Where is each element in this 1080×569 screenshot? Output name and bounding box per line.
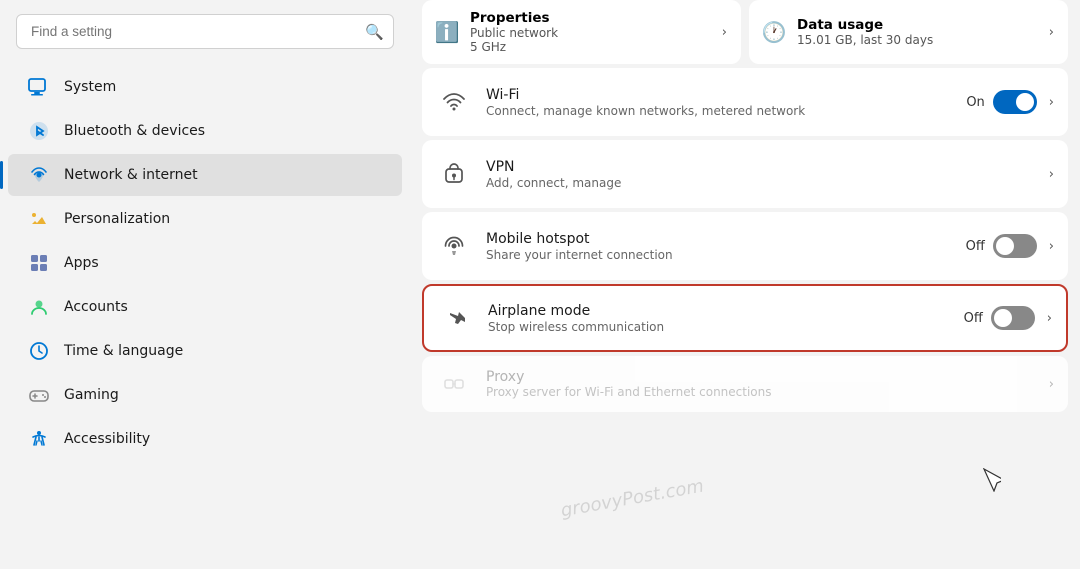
sidebar-label-bluetooth: Bluetooth & devices bbox=[64, 123, 205, 139]
search-input[interactable] bbox=[16, 14, 394, 49]
vpn-title: VPN bbox=[486, 159, 1031, 175]
vpn-chevron: › bbox=[1049, 167, 1054, 182]
sidebar-label-system: System bbox=[64, 79, 116, 95]
vpn-control: › bbox=[1045, 167, 1054, 182]
vpn-text: VPN Add, connect, manage bbox=[486, 159, 1031, 190]
gaming-icon bbox=[28, 384, 50, 406]
top-row: ℹ️ Properties Public network 5 GHz › 🕐 D… bbox=[422, 0, 1068, 64]
proxy-title: Proxy bbox=[486, 369, 1035, 385]
hotspot-toggle[interactable] bbox=[993, 234, 1037, 258]
hotspot-text: Mobile hotspot Share your internet conne… bbox=[486, 231, 952, 262]
proxy-text: Proxy Proxy server for Wi-Fi and Etherne… bbox=[486, 369, 1035, 399]
sidebar: 🔍 System Bluetooth & devices bbox=[0, 0, 410, 569]
sidebar-label-accounts: Accounts bbox=[64, 299, 128, 315]
airplane-title: Airplane mode bbox=[488, 303, 950, 319]
airplane-chevron: › bbox=[1047, 311, 1052, 326]
sidebar-item-system[interactable]: System bbox=[8, 66, 402, 108]
search-box[interactable]: 🔍 bbox=[16, 14, 394, 49]
vpn-subtitle: Add, connect, manage bbox=[486, 176, 1031, 190]
sidebar-label-network: Network & internet bbox=[64, 167, 198, 183]
sidebar-label-gaming: Gaming bbox=[64, 387, 119, 403]
wifi-toggle[interactable] bbox=[993, 90, 1037, 114]
properties-chevron: › bbox=[722, 25, 727, 40]
properties-icon: ℹ️ bbox=[436, 21, 458, 43]
accounts-icon bbox=[28, 296, 50, 318]
hotspot-toggle-label: Off bbox=[966, 239, 985, 254]
properties-info: Properties Public network 5 GHz bbox=[470, 10, 710, 54]
wifi-toggle-label: On bbox=[966, 95, 984, 110]
sidebar-item-accessibility[interactable]: Accessibility bbox=[8, 418, 402, 460]
search-icon: 🔍 bbox=[365, 23, 384, 41]
personalization-icon bbox=[28, 208, 50, 230]
data-usage-sub: 15.01 GB, last 30 days bbox=[797, 33, 1037, 47]
vpn-icon bbox=[436, 156, 472, 192]
time-icon bbox=[28, 340, 50, 362]
sidebar-label-accessibility: Accessibility bbox=[64, 431, 150, 447]
sidebar-item-network[interactable]: Network & internet bbox=[8, 154, 402, 196]
hotspot-icon bbox=[436, 228, 472, 264]
airplane-control: Off › bbox=[964, 306, 1052, 330]
sidebar-item-apps[interactable]: Apps bbox=[8, 242, 402, 284]
wifi-control: On › bbox=[966, 90, 1054, 114]
hotspot-chevron: › bbox=[1049, 239, 1054, 254]
properties-sub2: 5 GHz bbox=[470, 40, 710, 54]
proxy-subtitle: Proxy server for Wi-Fi and Ethernet conn… bbox=[486, 385, 1035, 399]
hotspot-control: Off › bbox=[966, 234, 1054, 258]
properties-sub1: Public network bbox=[470, 26, 710, 40]
sidebar-label-personalization: Personalization bbox=[64, 211, 170, 227]
data-usage-info: Data usage 15.01 GB, last 30 days bbox=[797, 17, 1037, 47]
sidebar-label-apps: Apps bbox=[64, 255, 99, 271]
main-content: ℹ️ Properties Public network 5 GHz › 🕐 D… bbox=[410, 0, 1080, 569]
wifi-subtitle: Connect, manage known networks, metered … bbox=[486, 104, 952, 118]
wifi-icon bbox=[436, 84, 472, 120]
hotspot-card[interactable]: Mobile hotspot Share your internet conne… bbox=[422, 212, 1068, 280]
sidebar-item-gaming[interactable]: Gaming bbox=[8, 374, 402, 416]
properties-card[interactable]: ℹ️ Properties Public network 5 GHz › bbox=[422, 0, 741, 64]
sidebar-item-time[interactable]: Time & language bbox=[8, 330, 402, 372]
accessibility-icon bbox=[28, 428, 50, 450]
data-usage-title: Data usage bbox=[797, 17, 1037, 33]
system-icon bbox=[28, 76, 50, 98]
proxy-icon bbox=[436, 366, 472, 402]
vpn-card[interactable]: VPN Add, connect, manage › bbox=[422, 140, 1068, 208]
airplane-toggle-label: Off bbox=[964, 311, 983, 326]
hotspot-subtitle: Share your internet connection bbox=[486, 248, 952, 262]
data-usage-card[interactable]: 🕐 Data usage 15.01 GB, last 30 days › bbox=[749, 0, 1068, 64]
sidebar-item-accounts[interactable]: Accounts bbox=[8, 286, 402, 328]
airplane-icon bbox=[438, 300, 474, 336]
data-usage-chevron: › bbox=[1049, 25, 1054, 40]
airplane-toggle[interactable] bbox=[991, 306, 1035, 330]
sidebar-item-bluetooth[interactable]: Bluetooth & devices bbox=[8, 110, 402, 152]
network-icon bbox=[28, 164, 50, 186]
settings-list: Wi-Fi Connect, manage known networks, me… bbox=[422, 68, 1068, 352]
proxy-chevron: › bbox=[1049, 377, 1054, 392]
airplane-subtitle: Stop wireless communication bbox=[488, 320, 950, 334]
wifi-chevron: › bbox=[1049, 95, 1054, 110]
wifi-title: Wi-Fi bbox=[486, 87, 952, 103]
data-usage-icon: 🕐 bbox=[763, 21, 785, 43]
apps-icon bbox=[28, 252, 50, 274]
sidebar-label-time: Time & language bbox=[64, 343, 183, 359]
properties-title: Properties bbox=[470, 10, 710, 26]
bluetooth-icon bbox=[28, 120, 50, 142]
sidebar-item-personalization[interactable]: Personalization bbox=[8, 198, 402, 240]
airplane-text: Airplane mode Stop wireless communicatio… bbox=[488, 303, 950, 334]
hotspot-title: Mobile hotspot bbox=[486, 231, 952, 247]
airplane-card[interactable]: Airplane mode Stop wireless communicatio… bbox=[422, 284, 1068, 352]
wifi-card[interactable]: Wi-Fi Connect, manage known networks, me… bbox=[422, 68, 1068, 136]
proxy-card[interactable]: Proxy Proxy server for Wi-Fi and Etherne… bbox=[422, 356, 1068, 412]
wifi-text: Wi-Fi Connect, manage known networks, me… bbox=[486, 87, 952, 118]
